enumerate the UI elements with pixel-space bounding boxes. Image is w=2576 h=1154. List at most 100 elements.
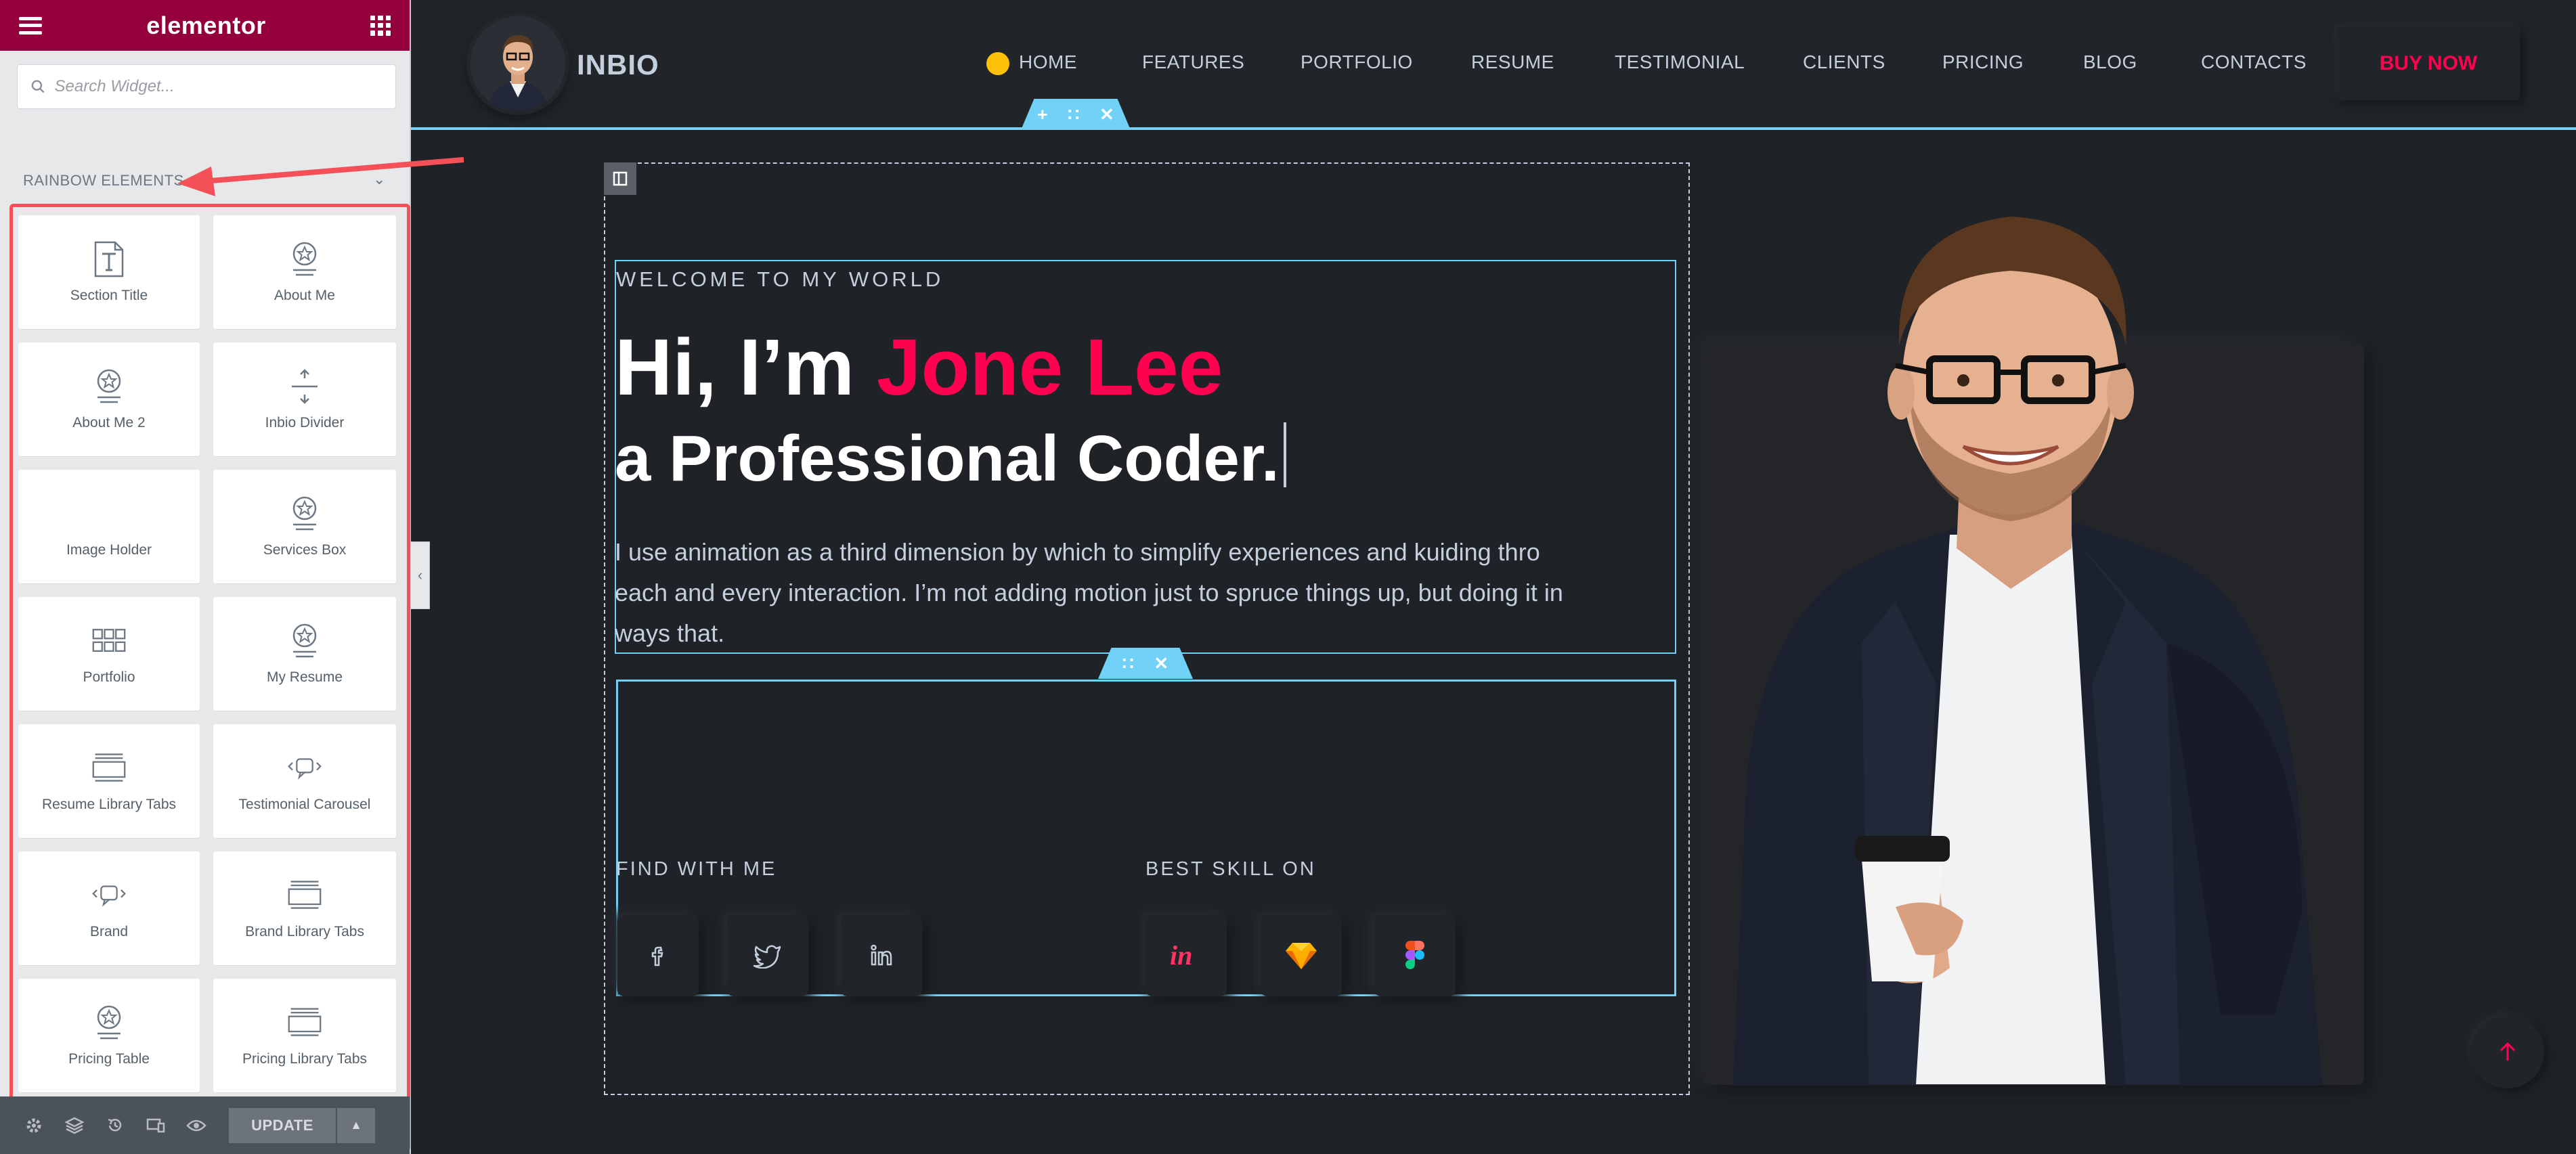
- nav-testimonial[interactable]: TESTIMONIAL: [1615, 51, 1745, 73]
- drag-handle-icon[interactable]: ∷: [1068, 104, 1079, 125]
- section-handle[interactable]: + ∷ ✕: [1021, 99, 1131, 130]
- search-icon: [31, 80, 45, 93]
- nav-features[interactable]: FEATURES: [1142, 51, 1244, 73]
- site-logo-text[interactable]: INBIO: [577, 49, 659, 81]
- menu-icon[interactable]: [19, 16, 42, 35]
- column-edit-icon[interactable]: [604, 162, 636, 195]
- nav-resume[interactable]: RESUME: [1471, 51, 1554, 73]
- widget-handle[interactable]: ∷ ✕: [1098, 648, 1193, 679]
- facebook-button[interactable]: [617, 915, 699, 996]
- search-widget-field[interactable]: [17, 64, 396, 109]
- widget-my-resume[interactable]: My Resume: [213, 597, 396, 711]
- preview-eye-icon[interactable]: [176, 1105, 217, 1146]
- caret-up-icon[interactable]: ▲: [337, 1107, 375, 1143]
- hero-name: Jone Lee: [876, 323, 1223, 412]
- widget-label: About Me: [274, 288, 335, 303]
- widget-label: Pricing Table: [68, 1051, 150, 1067]
- widget-label: Testimonial Carousel: [238, 797, 371, 812]
- nav-home[interactable]: HOME: [1019, 51, 1077, 73]
- logo-avatar[interactable]: [471, 16, 565, 111]
- find-with-me-label: FIND WITH ME: [616, 858, 777, 880]
- invision-button[interactable]: in: [1145, 915, 1227, 996]
- tabs-icon: [91, 749, 127, 787]
- image-holder-placeholder: [91, 495, 127, 533]
- widget-inbio-divider[interactable]: Inbio Divider: [213, 342, 396, 456]
- linkedin-icon: [871, 944, 892, 966]
- hero-heading-prefix: Hi, I’m: [615, 323, 877, 412]
- best-skill-label: BEST SKILL ON: [1145, 858, 1316, 880]
- nav-pricing[interactable]: PRICING: [1942, 51, 2024, 73]
- badge-icon: [287, 622, 322, 660]
- widget-label: Services Box: [263, 542, 347, 558]
- badge-icon: [287, 495, 322, 533]
- welcome-subtitle: WELCOME TO MY WORLD: [616, 267, 944, 291]
- buy-now-button[interactable]: BUY NOW: [2337, 27, 2520, 100]
- search-input[interactable]: [54, 77, 382, 96]
- history-icon[interactable]: [95, 1105, 135, 1146]
- tabs-icon: [287, 876, 322, 914]
- collapse-panel-button[interactable]: ‹: [411, 541, 430, 609]
- widgets-grid-icon[interactable]: [370, 15, 391, 36]
- hero-role-text: a Professional Coder.: [615, 422, 1280, 495]
- widget-label: Brand: [89, 924, 129, 939]
- site-header: INBIO HOME FEATURES PORTFOLIO RESUME TES…: [411, 0, 2576, 130]
- tabs-icon: [287, 1004, 322, 1042]
- elementor-logo: elementor: [146, 11, 266, 39]
- drag-handle-icon[interactable]: ∷: [1122, 653, 1134, 674]
- nav-portfolio[interactable]: PORTFOLIO: [1301, 51, 1413, 73]
- invision-icon: in: [1170, 942, 1192, 969]
- elementor-panel: elementor RAINBOW ELEMENTS ⌄ Section Tit…: [0, 0, 411, 1154]
- nav-blog[interactable]: BLOG: [2083, 51, 2137, 73]
- sketch-button[interactable]: [1261, 915, 1342, 996]
- chevron-left-icon: ‹: [417, 567, 423, 583]
- text-icon: [91, 240, 127, 278]
- text-cursor: [1283, 422, 1286, 487]
- layers-icon[interactable]: [54, 1105, 95, 1146]
- hero-heading: Hi, I’m Jone Lee: [615, 324, 1223, 412]
- sketch-icon: [1286, 943, 1317, 969]
- widget-testimonial-carousel[interactable]: Testimonial Carousel: [213, 724, 396, 838]
- widget-pricing-library-tabs[interactable]: Pricing Library Tabs: [213, 979, 396, 1092]
- hero-intro: I use animation as a third dimension by …: [615, 538, 1563, 647]
- twitter-button[interactable]: [727, 915, 808, 996]
- badge-icon: [91, 1004, 127, 1042]
- widget-brand-library-tabs[interactable]: Brand Library Tabs: [213, 851, 396, 965]
- category-title[interactable]: RAINBOW ELEMENTS: [23, 172, 184, 190]
- responsive-mode-icon[interactable]: [135, 1105, 176, 1146]
- panel-footer: UPDATE ▲: [0, 1096, 410, 1154]
- carousel-icon: [91, 876, 127, 914]
- badge-icon: [91, 368, 127, 405]
- nav-contacts[interactable]: CONTACTS: [2201, 51, 2307, 73]
- update-button[interactable]: UPDATE: [229, 1107, 336, 1143]
- scroll-to-top-button[interactable]: [2471, 1015, 2544, 1088]
- home-icon: [986, 52, 1009, 75]
- widget-label: About Me 2: [72, 415, 146, 430]
- widget-label: Pricing Library Tabs: [242, 1051, 368, 1067]
- hero-role[interactable]: a Professional Coder.: [615, 418, 1286, 500]
- widget-resume-library-tabs[interactable]: Resume Library Tabs: [18, 724, 200, 838]
- widget-brand[interactable]: Brand: [18, 851, 200, 965]
- delete-section-icon[interactable]: ✕: [1099, 104, 1114, 125]
- chevron-down-icon[interactable]: ⌄: [373, 171, 385, 188]
- widget-portfolio[interactable]: Portfolio: [18, 597, 200, 711]
- gallery-grid-icon: [91, 622, 127, 660]
- hero-person-image: [1733, 217, 2322, 1084]
- widget-section-title[interactable]: Section Title: [18, 215, 200, 329]
- nav-clients[interactable]: CLIENTS: [1803, 51, 1885, 73]
- figma-button[interactable]: [1374, 915, 1456, 996]
- add-section-icon[interactable]: +: [1037, 104, 1047, 125]
- linkedin-button[interactable]: [841, 915, 922, 996]
- widget-services-box[interactable]: Services Box: [213, 470, 396, 583]
- widget-pricing-table[interactable]: Pricing Table: [18, 979, 200, 1092]
- delete-widget-icon[interactable]: ✕: [1154, 653, 1169, 674]
- widget-grid: Section Title About Me About Me 2 Inbio Div…: [18, 215, 407, 1092]
- settings-icon[interactable]: [14, 1105, 54, 1146]
- highlighted-widget-area: Section Title About Me About Me 2 Inbio Div…: [9, 204, 410, 1151]
- widget-about-me[interactable]: About Me: [213, 215, 396, 329]
- widget-image-holder[interactable]: Image Holder: [18, 470, 200, 583]
- widget-about-me-2[interactable]: About Me 2: [18, 342, 200, 456]
- badge-icon: [287, 240, 322, 278]
- facebook-icon: [651, 946, 663, 967]
- widget-label: Portfolio: [83, 669, 135, 685]
- twitter-icon: [753, 945, 781, 969]
